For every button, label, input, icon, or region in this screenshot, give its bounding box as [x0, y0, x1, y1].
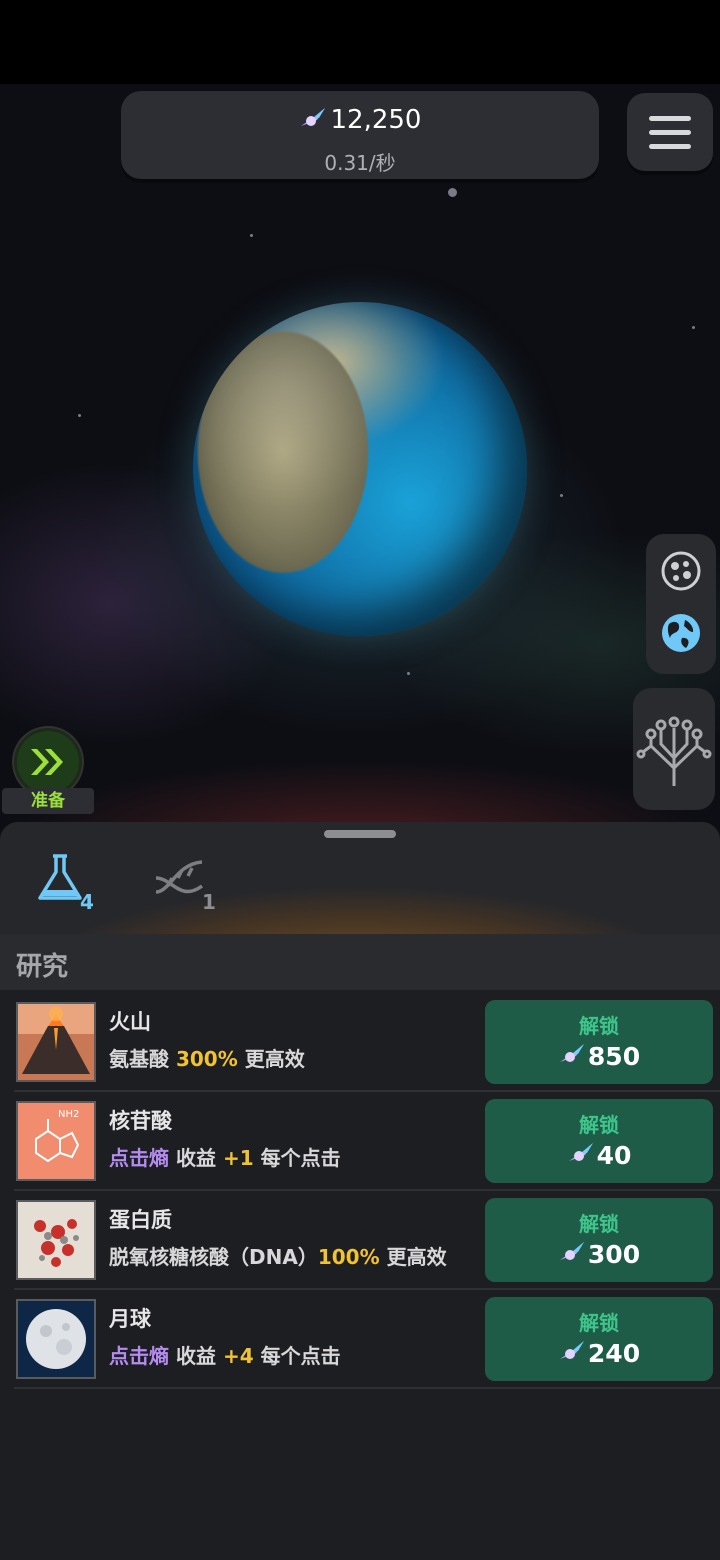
- unlock-button[interactable]: 解锁 40: [485, 1099, 713, 1183]
- research-title: 蛋白质: [109, 1208, 172, 1232]
- space-background: [0, 84, 720, 844]
- research-desc-part: 脱氧核糖核酸（DNA）: [109, 1245, 318, 1269]
- research-desc-part: 点击熵: [109, 1146, 169, 1170]
- research-title: 月球: [109, 1307, 151, 1331]
- research-title: 核苷酸: [109, 1109, 172, 1133]
- evolution-tree-button[interactable]: [633, 688, 715, 810]
- tab-dna[interactable]: 1: [152, 852, 222, 922]
- unlock-button[interactable]: 解锁 240: [485, 1297, 713, 1381]
- unlock-price: 300: [587, 1240, 641, 1269]
- research-thumbnail: [16, 1200, 96, 1280]
- research-item: 月球点击熵 收益 +4 每个点击 解锁 240: [14, 1289, 720, 1389]
- research-item: NH2 核苷酸点击熵 收益 +1 每个点击 解锁 40: [14, 1091, 720, 1191]
- view-switcher: [646, 534, 716, 674]
- unlock-button[interactable]: 解锁 850: [485, 1000, 713, 1084]
- research-desc-part: 300%: [175, 1047, 238, 1071]
- unlock-price: 850: [587, 1042, 641, 1071]
- research-desc-part: 氨基酸: [109, 1047, 176, 1071]
- research-description: 点击熵 收益 +1 每个点击: [109, 1142, 341, 1171]
- fast-forward-icon: [31, 749, 63, 775]
- research-description: 点击熵 收益 +4 每个点击: [109, 1340, 341, 1369]
- gem-icon: [568, 1143, 593, 1161]
- gem-icon: [559, 1341, 584, 1359]
- dna-icon: [155, 860, 204, 894]
- research-title: 火山: [109, 1010, 151, 1034]
- gem-icon: [300, 108, 325, 126]
- star: [692, 326, 695, 329]
- research-item: 蛋白质脱氧核糖核酸（DNA）100% 更高效 解锁 300: [14, 1190, 720, 1290]
- research-desc-part: 更高效: [237, 1047, 305, 1071]
- gem-icon: [559, 1044, 584, 1062]
- research-item: 火山氨基酸 300% 更高效 解锁 850: [14, 992, 720, 1092]
- globe-icon[interactable]: [660, 612, 702, 654]
- research-thumbnail: [16, 1002, 96, 1082]
- research-desc-part: 收益: [169, 1344, 223, 1368]
- sheet-header: 4 1: [0, 822, 720, 934]
- research-desc-part: 点击熵: [109, 1344, 169, 1368]
- research-desc-part: 更高效: [379, 1245, 447, 1269]
- research-desc-part: 每个点击: [253, 1344, 341, 1368]
- svg-text:NH2: NH2: [58, 1109, 79, 1120]
- gem-icon: [559, 1242, 584, 1260]
- star: [250, 234, 253, 237]
- section-header: 研究: [0, 934, 720, 990]
- research-description: 脱氧核糖核酸（DNA）100% 更高效: [109, 1241, 447, 1270]
- research-thumbnail: NH2: [16, 1101, 96, 1181]
- tree-icon: [636, 716, 712, 786]
- tab-dna-count: 1: [202, 890, 216, 914]
- currency-counter: 12,250 0.31/秒: [121, 91, 599, 179]
- cells-icon[interactable]: [660, 550, 702, 592]
- section-title: 研究: [16, 952, 69, 982]
- planet[interactable]: [193, 302, 527, 636]
- research-desc-part: 100%: [317, 1245, 380, 1269]
- unlock-label: 解锁: [579, 1113, 619, 1137]
- status-bar-area: [0, 0, 720, 84]
- currency-amount: 12,250: [330, 105, 422, 135]
- research-thumbnail: [16, 1299, 96, 1379]
- research-description: 氨基酸 300% 更高效: [109, 1043, 305, 1072]
- tab-research-count: 4: [80, 890, 94, 914]
- tab-research[interactable]: 4: [34, 852, 104, 922]
- star: [448, 188, 457, 197]
- research-desc-part: +1: [222, 1146, 254, 1170]
- research-desc-part: +4: [222, 1344, 254, 1368]
- menu-button[interactable]: [627, 93, 713, 171]
- currency-rate: 0.31/秒: [324, 151, 396, 175]
- star: [78, 414, 81, 417]
- ready-button[interactable]: 准备: [2, 728, 94, 816]
- unlock-label: 解锁: [579, 1212, 619, 1236]
- unlock-price: 40: [596, 1141, 632, 1170]
- drag-handle[interactable]: [324, 830, 396, 838]
- ready-label: 准备: [2, 788, 94, 814]
- unlock-button[interactable]: 解锁 300: [485, 1198, 713, 1282]
- unlock-label: 解锁: [579, 1311, 619, 1335]
- bottom-sheet: 4 1 研究 火山 氨基酸 300% 更高效 解锁 850 NH2 核苷酸 点击熵 收益 +…: [0, 822, 720, 1560]
- research-desc-part: 收益: [169, 1146, 223, 1170]
- flask-icon: [38, 854, 82, 900]
- research-desc-part: 每个点击: [253, 1146, 341, 1170]
- unlock-price: 240: [587, 1339, 641, 1368]
- star: [560, 494, 563, 497]
- unlock-label: 解锁: [579, 1014, 619, 1038]
- star: [407, 672, 410, 675]
